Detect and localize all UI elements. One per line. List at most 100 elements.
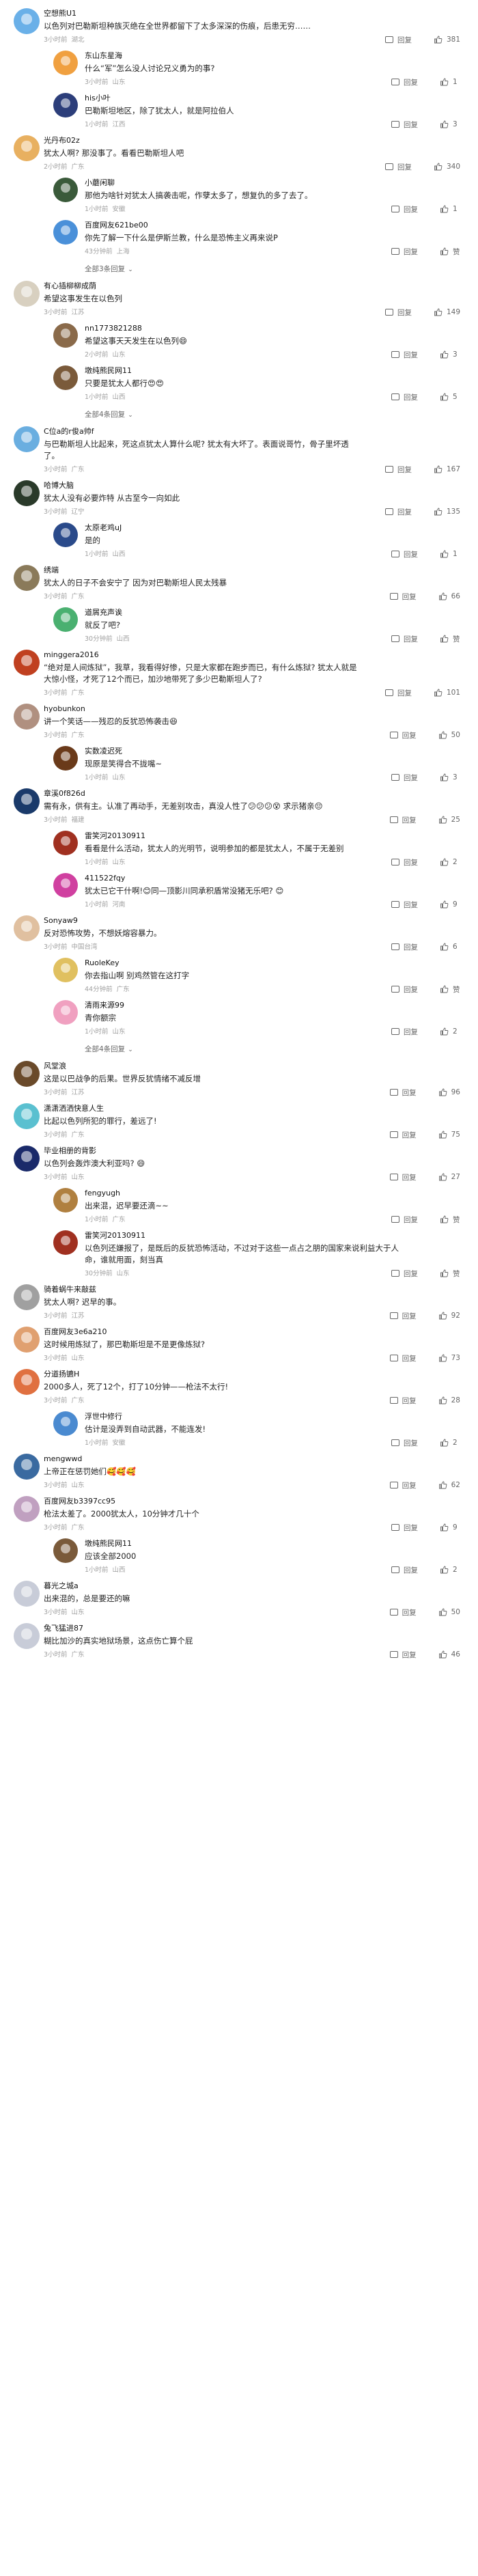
username[interactable]: 百度网友b3397cc95 bbox=[44, 1496, 464, 1507]
like-button[interactable]: 赞 bbox=[440, 1215, 464, 1225]
reply-button[interactable]: 回复 bbox=[389, 1353, 421, 1363]
avatar[interactable] bbox=[53, 1000, 78, 1025]
like-button[interactable]: 2 bbox=[440, 1027, 464, 1036]
username[interactable]: 骑着蜗牛来敲兹 bbox=[44, 1284, 464, 1295]
avatar[interactable] bbox=[53, 220, 78, 245]
reply-button[interactable]: 回复 bbox=[391, 984, 422, 995]
like-button[interactable]: 96 bbox=[438, 1088, 464, 1096]
like-button[interactable]: 赞 bbox=[440, 634, 464, 644]
username[interactable]: 哈博大脑 bbox=[44, 480, 464, 491]
avatar[interactable] bbox=[53, 365, 78, 390]
like-button[interactable]: 赞 bbox=[440, 984, 464, 995]
username[interactable]: 雷笑河20130911 bbox=[85, 831, 464, 842]
username[interactable]: 百度网友621be00 bbox=[85, 220, 464, 231]
reply-button[interactable]: 回复 bbox=[391, 1438, 422, 1448]
reply-button[interactable]: 回复 bbox=[384, 35, 416, 45]
username[interactable]: 暮光之城a bbox=[44, 1581, 464, 1592]
avatar[interactable] bbox=[14, 704, 40, 730]
username[interactable]: 有心插柳柳成荫 bbox=[44, 281, 464, 292]
avatar[interactable] bbox=[53, 523, 78, 547]
reply-button[interactable]: 回复 bbox=[391, 942, 422, 952]
avatar[interactable] bbox=[14, 650, 40, 676]
avatar[interactable] bbox=[53, 746, 78, 771]
avatar[interactable] bbox=[53, 958, 78, 982]
username[interactable]: 墩纯熊民网11 bbox=[85, 365, 464, 376]
avatar[interactable] bbox=[14, 915, 40, 941]
reply-button[interactable]: 回复 bbox=[389, 1650, 421, 1660]
avatar[interactable] bbox=[53, 51, 78, 75]
username[interactable]: 光丹布02z bbox=[44, 135, 464, 146]
avatar[interactable] bbox=[14, 1623, 40, 1649]
username[interactable]: 太原老鸡uJ bbox=[85, 523, 464, 534]
username[interactable]: 道屑充声诶 bbox=[85, 607, 464, 618]
reply-button[interactable]: 回复 bbox=[389, 1172, 421, 1182]
avatar[interactable] bbox=[14, 1496, 40, 1522]
username[interactable]: hyobunkon bbox=[44, 704, 464, 715]
username[interactable]: 绣端 bbox=[44, 565, 464, 576]
avatar[interactable] bbox=[14, 565, 40, 591]
avatar[interactable] bbox=[14, 135, 40, 161]
like-button[interactable]: 25 bbox=[438, 816, 464, 824]
username[interactable]: 兔飞猛进87 bbox=[44, 1623, 464, 1634]
avatar[interactable] bbox=[14, 788, 40, 814]
like-button[interactable]: 28 bbox=[438, 1396, 464, 1404]
username[interactable]: 潇潇洒洒快意人生 bbox=[44, 1103, 464, 1114]
avatar[interactable] bbox=[14, 1103, 40, 1129]
reply-button[interactable]: 回复 bbox=[391, 1269, 422, 1279]
like-button[interactable]: 135 bbox=[434, 508, 464, 516]
expand-replies-link[interactable]: 全部4条回复 ⌄ bbox=[0, 1041, 478, 1060]
avatar[interactable] bbox=[14, 1284, 40, 1310]
username[interactable]: 清雨来源99 bbox=[85, 1000, 464, 1011]
like-button[interactable]: 62 bbox=[438, 1481, 464, 1489]
avatar[interactable] bbox=[53, 1538, 78, 1563]
like-button[interactable]: 2 bbox=[440, 1439, 464, 1447]
like-button[interactable]: 73 bbox=[438, 1354, 464, 1362]
reply-button[interactable]: 回复 bbox=[389, 1311, 421, 1321]
like-button[interactable]: 1 bbox=[440, 550, 464, 558]
username[interactable]: Sonyaw9 bbox=[44, 915, 464, 926]
reply-button[interactable]: 回复 bbox=[391, 392, 422, 402]
reply-button[interactable]: 回复 bbox=[384, 688, 416, 698]
like-button[interactable]: 101 bbox=[434, 689, 464, 697]
avatar[interactable] bbox=[53, 607, 78, 632]
username[interactable]: RuoleKey bbox=[85, 958, 464, 969]
username[interactable]: 411522fqy bbox=[85, 873, 464, 884]
username[interactable]: 小蘑闲聊 bbox=[85, 178, 464, 189]
reply-button[interactable]: 回复 bbox=[384, 465, 416, 475]
username[interactable]: minggera2016 bbox=[44, 650, 464, 661]
reply-button[interactable]: 回复 bbox=[389, 1480, 421, 1491]
avatar[interactable] bbox=[53, 831, 78, 855]
avatar[interactable] bbox=[14, 1369, 40, 1395]
username[interactable]: 章溪0f826d bbox=[44, 788, 464, 799]
avatar[interactable] bbox=[53, 873, 78, 898]
like-button[interactable]: 50 bbox=[438, 1608, 464, 1616]
reply-button[interactable]: 回复 bbox=[391, 857, 422, 868]
like-button[interactable]: 75 bbox=[438, 1131, 464, 1139]
like-button[interactable]: 赞 bbox=[440, 1269, 464, 1279]
reply-button[interactable]: 回复 bbox=[391, 120, 422, 130]
like-button[interactable]: 1 bbox=[440, 205, 464, 213]
expand-replies-link[interactable]: 全部3条回复 ⌄ bbox=[0, 261, 478, 279]
reply-button[interactable]: 回复 bbox=[389, 1607, 421, 1618]
username[interactable]: 东山东星海 bbox=[85, 51, 464, 61]
reply-button[interactable]: 回复 bbox=[391, 1215, 422, 1225]
avatar[interactable] bbox=[53, 1411, 78, 1436]
avatar[interactable] bbox=[53, 178, 78, 202]
reply-button[interactable]: 回复 bbox=[389, 1396, 421, 1406]
like-button[interactable]: 167 bbox=[434, 465, 464, 473]
username[interactable]: his小叶 bbox=[85, 93, 464, 104]
like-button[interactable]: 6 bbox=[440, 943, 464, 951]
like-button[interactable]: 66 bbox=[438, 592, 464, 600]
reply-button[interactable]: 回复 bbox=[391, 350, 422, 360]
reply-button[interactable]: 回复 bbox=[391, 634, 422, 644]
username[interactable]: mengwwd bbox=[44, 1454, 464, 1465]
reply-button[interactable]: 回复 bbox=[391, 1027, 422, 1037]
like-button[interactable]: 27 bbox=[438, 1173, 464, 1181]
like-button[interactable]: 92 bbox=[438, 1312, 464, 1320]
like-button[interactable]: 3 bbox=[440, 773, 464, 781]
like-button[interactable]: 5 bbox=[440, 393, 464, 401]
username[interactable]: 百度网友3e6a210 bbox=[44, 1327, 464, 1338]
reply-button[interactable]: 回复 bbox=[391, 77, 422, 87]
reply-button[interactable]: 回复 bbox=[389, 815, 421, 825]
reply-button[interactable]: 回复 bbox=[391, 900, 422, 910]
